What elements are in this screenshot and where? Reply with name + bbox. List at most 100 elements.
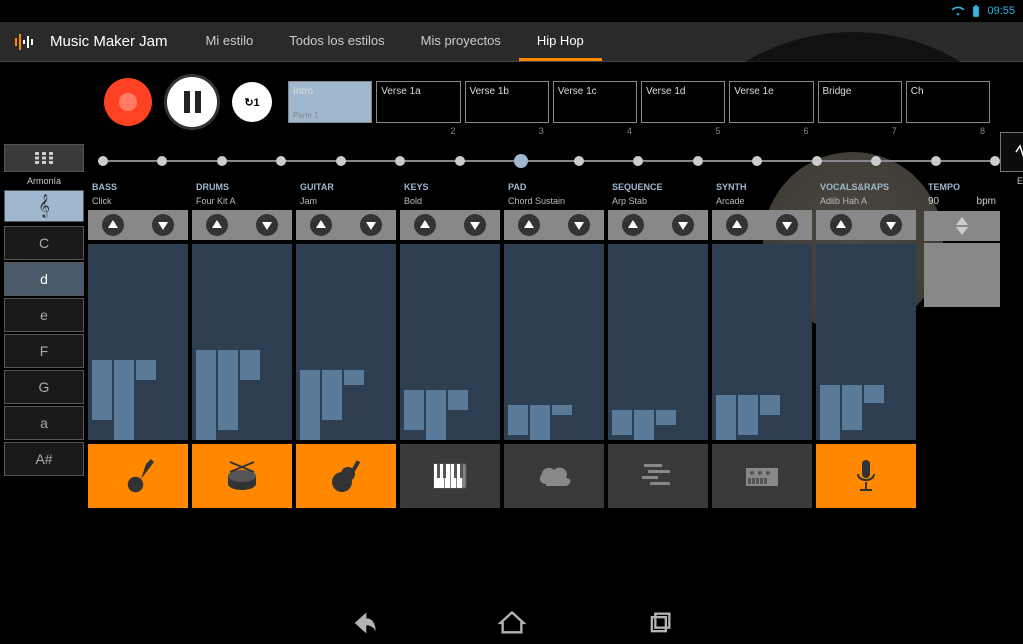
timeline-dot-11[interactable] [752,156,762,166]
track-preset: Chord Sustain [504,194,604,208]
preset-next-button[interactable] [880,214,902,236]
key-button-G[interactable]: G [4,370,84,404]
track-volume-area[interactable] [400,244,500,440]
timeline-dot-12[interactable] [812,156,822,166]
nav-tab-3[interactable]: Hip Hop [519,22,602,61]
track-instrument-button[interactable] [816,444,916,508]
track-instrument-button[interactable] [400,444,500,508]
timeline-dot-1[interactable] [157,156,167,166]
part-label: Bridge [823,86,897,97]
volume-bar [612,410,632,435]
preset-prev-button[interactable] [414,214,436,236]
key-button-F[interactable]: F [4,334,84,368]
guitar-electric-icon [116,454,160,498]
key-button-A#[interactable]: A# [4,442,84,476]
track-instrument-button[interactable] [608,444,708,508]
timeline-dot-0[interactable] [98,156,108,166]
preset-prev-button[interactable] [518,214,540,236]
key-button-e[interactable]: e [4,298,84,332]
timeline-dot-13[interactable] [871,156,881,166]
timeline-dot-9[interactable] [633,156,643,166]
play-pause-button[interactable] [164,74,220,130]
part-5[interactable]: Verse 1e 6 [729,81,813,123]
key-button-a[interactable]: a [4,406,84,440]
track-volume-area[interactable] [608,244,708,440]
key-button-C[interactable]: C [4,226,84,260]
clef-button[interactable]: 𝄞 [4,190,84,222]
nav-tab-0[interactable]: Mi estilo [188,22,272,61]
preset-prev-button[interactable] [206,214,228,236]
nav-tab-2[interactable]: Mis proyectos [403,22,519,61]
track-volume-area[interactable] [88,244,188,440]
status-bar: 09:55 [0,0,1023,22]
timeline-dot-10[interactable] [693,156,703,166]
part-number: 3 [539,126,544,136]
preset-next-button[interactable] [464,214,486,236]
track-volume-area[interactable] [816,244,916,440]
track-instrument-button[interactable] [712,444,812,508]
part-number: 6 [803,126,808,136]
part-7[interactable]: Ch 8 [906,81,990,123]
track-instrument-button[interactable] [504,444,604,508]
harmony-grid-button[interactable] [4,144,84,172]
home-icon[interactable] [498,609,526,637]
track-volume-area[interactable] [504,244,604,440]
track-sequence: SEQUENCE Arp Stab [608,180,708,510]
track-vocals&raps: VOCALS&RAPS Adlib Hah A [816,180,916,510]
track-instrument-button[interactable] [296,444,396,508]
part-4[interactable]: Verse 1d 5 [641,81,725,123]
timeline-dot-7[interactable] [514,154,528,168]
volume-bar [448,390,468,410]
nav-tab-1[interactable]: Todos los estilos [271,22,402,61]
timeline-dot-8[interactable] [574,156,584,166]
track-stepper [296,210,396,240]
track-volume-area[interactable] [712,244,812,440]
timeline-dot-4[interactable] [336,156,346,166]
preset-prev-button[interactable] [102,214,124,236]
preset-prev-button[interactable] [830,214,852,236]
preset-next-button[interactable] [672,214,694,236]
track-volume-area[interactable] [296,244,396,440]
track-volume-area[interactable] [192,244,292,440]
timeline-dot-5[interactable] [395,156,405,166]
preset-prev-button[interactable] [310,214,332,236]
key-button-d[interactable]: d [4,262,84,296]
preset-next-button[interactable] [776,214,798,236]
effects-button[interactable] [1000,132,1023,172]
preset-next-button[interactable] [568,214,590,236]
part-6[interactable]: Bridge 7 [818,81,902,123]
volume-bar [738,395,758,435]
tempo-icon-box [924,243,1000,307]
timeline-dot-14[interactable] [931,156,941,166]
part-1[interactable]: Verse 1a 2 [376,81,460,123]
back-icon[interactable] [350,609,378,637]
track-preset: Arp Stab [608,194,708,208]
timeline-dot-6[interactable] [455,156,465,166]
timeline[interactable] [98,150,990,174]
guitar-acoustic-icon [324,454,368,498]
loop-button[interactable]: ↻1 [232,82,272,122]
preset-next-button[interactable] [256,214,278,236]
tempo-down-button[interactable] [956,227,968,235]
app-logo-icon [10,27,40,57]
status-time: 09:55 [987,5,1015,17]
part-0[interactable]: Intro Parte 1 [288,81,372,123]
timeline-dot-2[interactable] [217,156,227,166]
volume-bar [240,350,260,380]
tempo-up-button[interactable] [956,217,968,225]
preset-next-button[interactable] [360,214,382,236]
track-instrument-button[interactable] [88,444,188,508]
record-button[interactable] [104,78,152,126]
recent-apps-icon[interactable] [646,609,674,637]
volume-bar [864,385,884,403]
part-2[interactable]: Verse 1b 3 [465,81,549,123]
timeline-dot-3[interactable] [276,156,286,166]
timeline-dot-15[interactable] [990,156,1000,166]
track-instrument-button[interactable] [192,444,292,508]
preset-prev-button[interactable] [726,214,748,236]
part-3[interactable]: Verse 1c 4 [553,81,637,123]
preset-next-button[interactable] [152,214,174,236]
preset-prev-button[interactable] [622,214,644,236]
volume-bar [842,385,862,430]
track-preset: Jam [296,194,396,208]
